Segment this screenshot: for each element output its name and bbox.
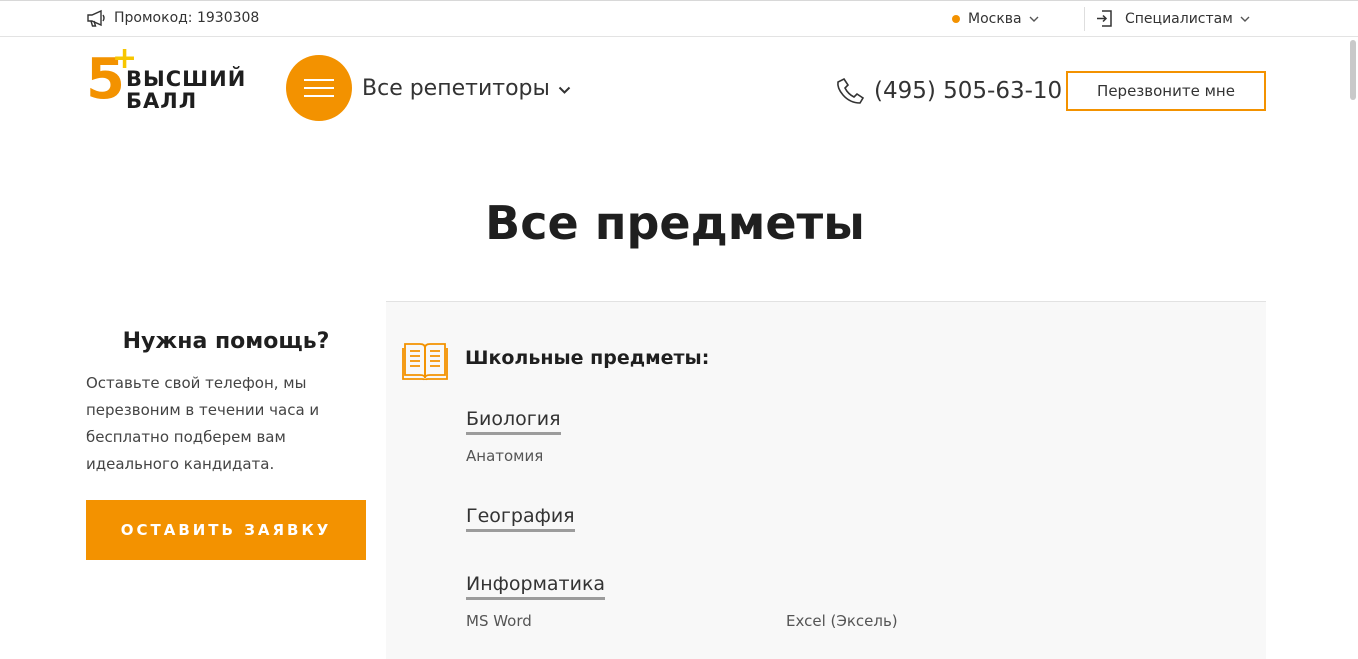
city-selector[interactable]: Москва: [952, 11, 1039, 27]
subjects-panel: Школьные предметы: Биология Анатомия Гео…: [386, 301, 1266, 659]
chevron-down-icon: [1240, 16, 1250, 22]
login-icon: [1097, 10, 1112, 27]
all-tutors-label: Все репетиторы: [362, 76, 550, 101]
megaphone-icon: [87, 9, 105, 27]
promo-text: Промокод: 1930308: [114, 10, 260, 26]
city-label: Москва: [968, 11, 1022, 27]
subject-link-biology[interactable]: Биология: [466, 408, 561, 435]
location-dot-icon: [952, 15, 960, 23]
menu-icon-line: [304, 95, 334, 97]
scrollbar-thumb[interactable]: [1350, 40, 1356, 100]
subitem-link-ms-word[interactable]: MS Word: [466, 612, 532, 630]
submit-request-button[interactable]: ОСТАВИТЬ ЗАЯВКУ: [86, 500, 366, 560]
promo-code: Промокод: 1930308: [86, 9, 259, 27]
help-text: Оставьте свой телефон, мы перезвоним в т…: [86, 374, 320, 473]
page-title: Все предметы: [485, 196, 865, 250]
section-title: Школьные предметы:: [465, 347, 710, 369]
book-icon: [402, 343, 448, 381]
phone-link[interactable]: (495) 505-63-10: [836, 76, 1062, 106]
subject-link-informatics[interactable]: Информатика: [466, 573, 606, 600]
menu-icon-line: [304, 79, 334, 81]
divider: [1084, 7, 1085, 31]
logo-line1: ВЫСШИЙ: [126, 67, 247, 91]
chevron-down-icon: [1029, 16, 1039, 22]
menu-button[interactable]: [286, 55, 352, 121]
help-title: Нужна помощь?: [122, 329, 330, 354]
menu-icon-line: [304, 87, 334, 89]
specialists-menu[interactable]: Специалистам: [1096, 10, 1250, 27]
subitem-link-anatomy[interactable]: Анатомия: [466, 447, 543, 465]
subject-link-geography[interactable]: География: [466, 505, 575, 532]
phone-number: (495) 505-63-10: [874, 78, 1063, 104]
logo-line2: БАЛЛ: [126, 89, 198, 113]
phone-icon: [837, 77, 865, 104]
specialists-label: Специалистам: [1125, 10, 1233, 27]
subitem-link-excel[interactable]: Excel (Эксель): [786, 612, 898, 630]
top-bar: Промокод: 1930308 Москва Специалистам: [0, 0, 1358, 37]
callback-button[interactable]: Перезвоните мне: [1066, 71, 1266, 111]
site-logo[interactable]: 5 + ВЫСШИЙ БАЛЛ: [86, 44, 247, 114]
chevron-down-icon: [558, 86, 571, 94]
all-tutors-dropdown[interactable]: Все репетиторы: [362, 76, 571, 101]
